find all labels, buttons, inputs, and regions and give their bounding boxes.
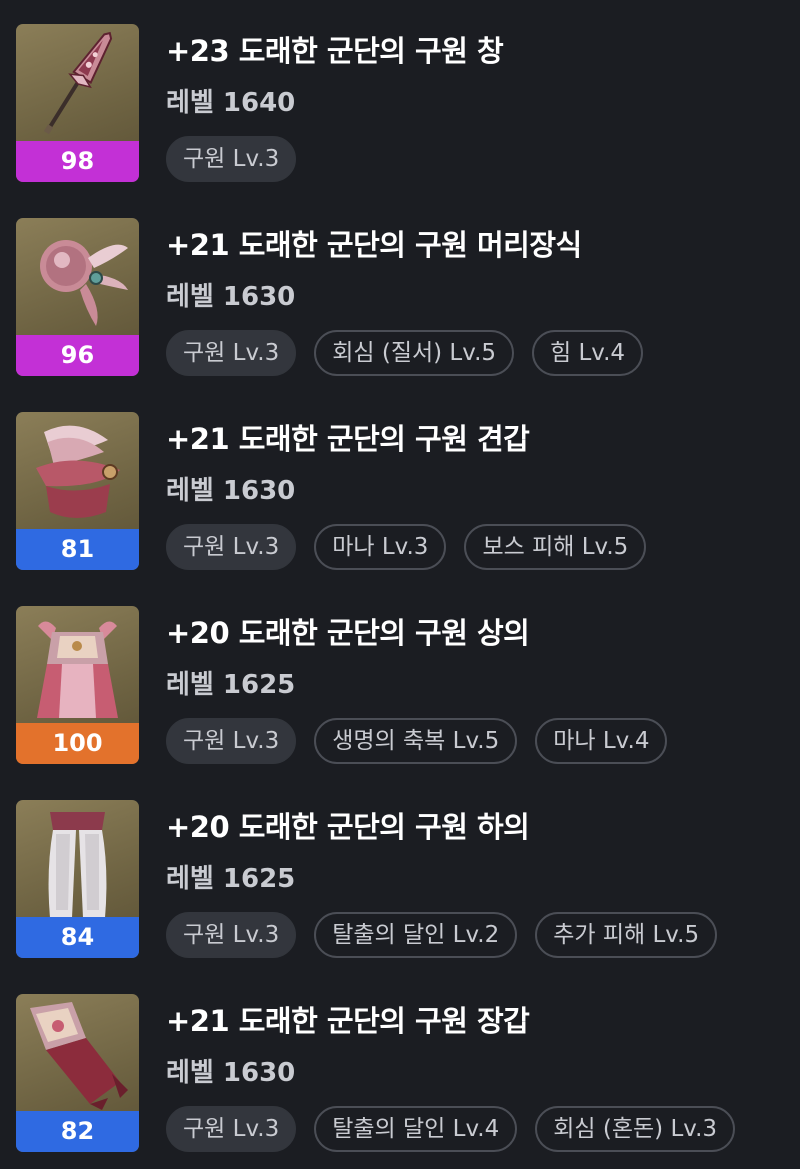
item-title: +21 도래한 군단의 구원 머리장식 [166, 228, 582, 262]
quality-badge: 82 [16, 1111, 139, 1152]
engraving-tag[interactable]: 보스 피해 Lv.5 [464, 524, 647, 570]
item-level: 레벨 1640 [166, 88, 296, 118]
equipment-item-shoulder[interactable]: 81 +21 도래한 군단의 구원 견갑 레벨 1630 구원 Lv.3 마나 … [0, 412, 800, 572]
quality-badge: 81 [16, 529, 139, 570]
item-title: +20 도래한 군단의 구원 하의 [166, 810, 530, 844]
item-thumbnail[interactable]: 96 [16, 218, 139, 376]
engraving-tags: 구원 Lv.3 탈출의 달인 Lv.4 회심 (혼돈) Lv.3 [166, 1106, 736, 1152]
engraving-tag[interactable]: 회심 (혼돈) Lv.3 [535, 1106, 736, 1152]
quality-badge: 96 [16, 335, 139, 376]
item-title: +20 도래한 군단의 구원 상의 [166, 616, 530, 650]
engraving-tag[interactable]: 회심 (질서) Lv.5 [314, 330, 515, 376]
item-title: +21 도래한 군단의 구원 견갑 [166, 422, 530, 456]
set-effect-tag[interactable]: 구원 Lv.3 [166, 524, 297, 570]
set-effect-tag[interactable]: 구원 Lv.3 [166, 330, 297, 376]
engraving-tag[interactable]: 마나 Lv.4 [535, 718, 668, 764]
gloves-icon [30, 1002, 128, 1110]
item-title: +23 도래한 군단의 구원 창 [166, 34, 504, 68]
stat-tag[interactable]: 힘 Lv.4 [532, 330, 644, 376]
equipment-item-gloves[interactable]: 82 +21 도래한 군단의 구원 장갑 레벨 1630 구원 Lv.3 탈출의… [0, 994, 800, 1154]
engraving-tags: 구원 Lv.3 탈출의 달인 Lv.2 추가 피해 Lv.5 [166, 912, 718, 958]
equipment-item-pants[interactable]: 84 +20 도래한 군단의 구원 하의 레벨 1625 구원 Lv.3 탈출의… [0, 800, 800, 960]
item-thumbnail[interactable]: 81 [16, 412, 139, 570]
item-thumbnail[interactable]: 84 [16, 800, 139, 958]
quality-badge: 98 [16, 141, 139, 182]
pants-icon [48, 812, 107, 918]
engraving-tags: 구원 Lv.3 회심 (질서) Lv.5 힘 Lv.4 [166, 330, 644, 376]
item-level: 레벨 1625 [166, 864, 296, 894]
quality-badge: 100 [16, 723, 139, 764]
equipment-list: 98 +23 도래한 군단의 구원 창 레벨 1640 구원 Lv.3 96 +… [0, 0, 800, 1169]
equipment-item-weapon[interactable]: 98 +23 도래한 군단의 구원 창 레벨 1640 구원 Lv.3 [0, 24, 800, 184]
engraving-tag[interactable]: 추가 피해 Lv.5 [535, 912, 718, 958]
set-effect-tag[interactable]: 구원 Lv.3 [166, 718, 297, 764]
item-thumbnail[interactable]: 100 [16, 606, 139, 764]
spear-icon [43, 31, 113, 135]
engraving-tags: 구원 Lv.3 [166, 136, 297, 182]
engraving-tags: 구원 Lv.3 생명의 축복 Lv.5 마나 Lv.4 [166, 718, 668, 764]
engraving-tags: 구원 Lv.3 마나 Lv.3 보스 피해 Lv.5 [166, 524, 647, 570]
shoulder-icon [36, 425, 120, 518]
engraving-tag[interactable]: 탈출의 달인 Lv.4 [314, 1106, 518, 1152]
item-level: 레벨 1630 [166, 476, 296, 506]
engraving-tag[interactable]: 탈출의 달인 Lv.2 [314, 912, 518, 958]
set-effect-tag[interactable]: 구원 Lv.3 [166, 912, 297, 958]
engraving-tag[interactable]: 마나 Lv.3 [314, 524, 447, 570]
headpiece-icon [40, 240, 128, 326]
item-thumbnail[interactable]: 98 [16, 24, 139, 182]
set-effect-tag[interactable]: 구원 Lv.3 [166, 1106, 297, 1152]
item-title: +21 도래한 군단의 구원 장갑 [166, 1004, 530, 1038]
item-level: 레벨 1630 [166, 1058, 296, 1088]
equipment-item-chest[interactable]: 100 +20 도래한 군단의 구원 상의 레벨 1625 구원 Lv.3 생명… [0, 606, 800, 766]
item-thumbnail[interactable]: 82 [16, 994, 139, 1152]
equipment-item-headpiece[interactable]: 96 +21 도래한 군단의 구원 머리장식 레벨 1630 구원 Lv.3 회… [0, 218, 800, 378]
chest-armor-icon [37, 621, 118, 718]
item-level: 레벨 1625 [166, 670, 296, 700]
engraving-tag[interactable]: 생명의 축복 Lv.5 [314, 718, 518, 764]
quality-badge: 84 [16, 917, 139, 958]
item-level: 레벨 1630 [166, 282, 296, 312]
set-effect-tag[interactable]: 구원 Lv.3 [166, 136, 297, 182]
